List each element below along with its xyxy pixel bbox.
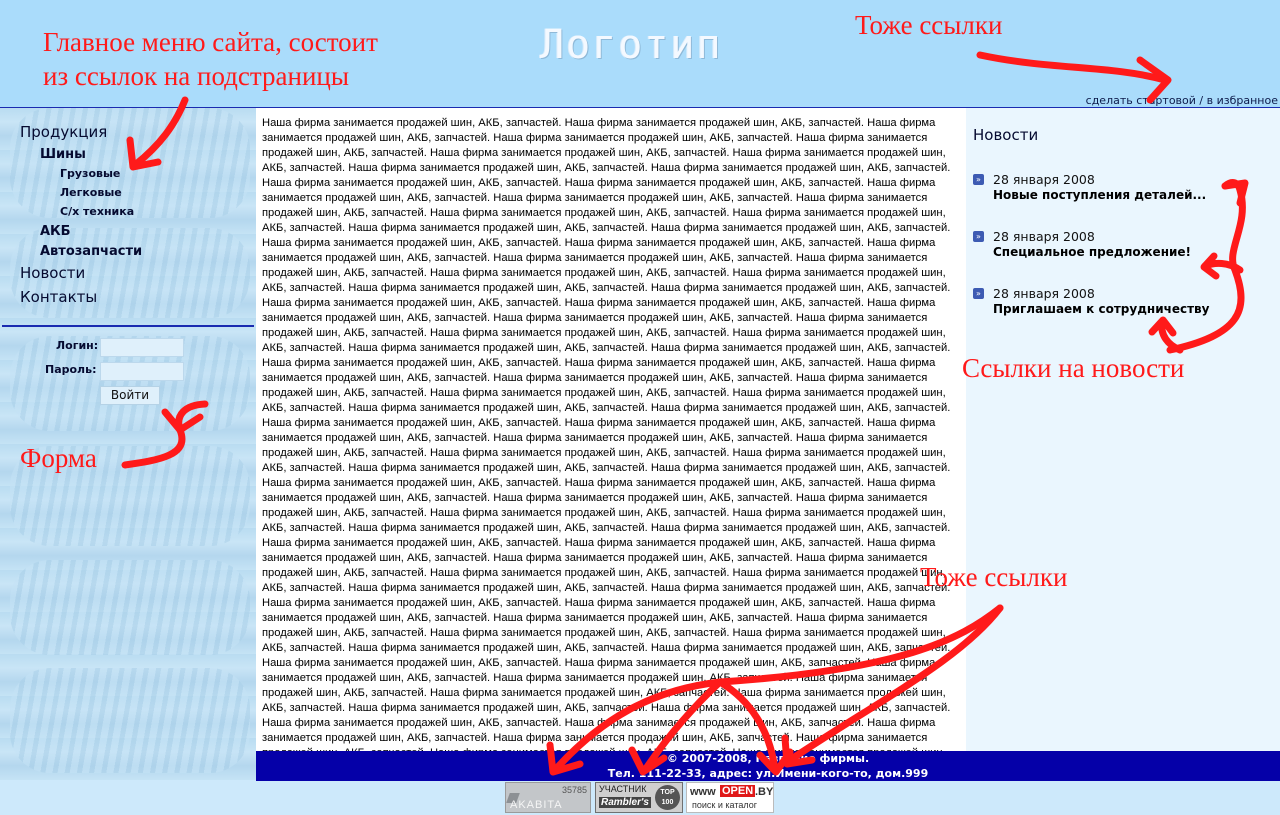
annotation-bottom-links: Тоже ссылки	[920, 562, 1068, 592]
menu-item-products[interactable]: Продукция	[20, 123, 107, 141]
menu-item-batteries[interactable]: АКБ	[40, 224, 71, 239]
annotation-news-links: Ссылки на новости	[962, 353, 1185, 383]
menu-item-autoparts[interactable]: Автозапчасти	[40, 244, 142, 259]
annotation-main-menu: Главное меню сайта, состоит	[43, 27, 378, 57]
footer-copyright: © 2007-2008, Название фирмы.	[666, 752, 870, 765]
news-link[interactable]: Специальное предложение!	[993, 245, 1191, 259]
openby-brand: OPEN	[720, 785, 756, 797]
menu-item-tires[interactable]: Шины	[40, 147, 86, 162]
news-date: 28 января 2008	[993, 172, 1095, 187]
openby-suffix: .BY	[755, 786, 774, 798]
news-link[interactable]: Новые поступления деталей...	[993, 188, 1206, 202]
site-logo[interactable]: Логотип	[540, 22, 723, 68]
add-favorites-link[interactable]: в избранное	[1207, 94, 1278, 107]
password-input[interactable]	[100, 362, 184, 381]
menu-item-contacts[interactable]: Контакты	[20, 288, 97, 306]
top-links-separator: /	[1195, 94, 1207, 107]
annotation-main-menu-line2: из ссылок на подстраницы	[43, 61, 349, 91]
tire-background-image	[10, 560, 250, 655]
annotation-form: Форма	[20, 443, 97, 473]
password-label: Пароль:	[45, 363, 97, 376]
tire-background-image	[10, 668, 250, 773]
site-footer: © 2007-2008, Название фирмы. Тел. 111-22…	[256, 751, 1280, 781]
akavita-label: AKABITA	[510, 799, 563, 811]
news-date: 28 января 2008	[993, 286, 1095, 301]
openby-prefix: www	[690, 786, 716, 798]
footer-address: Тел. 111-22-33, адрес: ул.Имени-кого-то,…	[607, 767, 929, 780]
annotation-top-links: Тоже ссылки	[855, 10, 1003, 40]
menu-item-cars[interactable]: Легковые	[60, 186, 122, 199]
akavita-count: 35785	[561, 785, 587, 795]
rambler-top100-badge: TOP 100	[655, 785, 680, 810]
double-arrow-icon: »	[973, 288, 984, 299]
rambler-top100-link[interactable]: УЧАСТНИК Rambler's TOP 100	[595, 782, 683, 813]
main-content: Наша фирма занимается продажей шин, АКБ,…	[256, 108, 966, 751]
rambler-participant: УЧАСТНИК	[599, 784, 647, 794]
sidebar-divider	[2, 325, 254, 327]
menu-item-trucks[interactable]: Грузовые	[60, 167, 120, 180]
top-links: сделать стартовой / в избранное	[1086, 94, 1278, 107]
news-link[interactable]: Приглашаем к сотрудничеству	[993, 302, 1209, 316]
openby-subtitle: поиск и каталог	[692, 800, 757, 810]
news-title: Новости	[973, 126, 1039, 144]
news-date: 28 января 2008	[993, 229, 1095, 244]
rambler-label: Rambler's	[599, 797, 651, 808]
menu-item-agri[interactable]: С/х техника	[60, 205, 134, 218]
main-menu: Продукция Шины Грузовые Легковые С/х тех…	[0, 108, 256, 326]
login-input[interactable]	[100, 338, 184, 357]
set-homepage-link[interactable]: сделать стартовой	[1086, 94, 1196, 107]
login-label: Логин:	[56, 339, 99, 352]
openby-catalog-link[interactable]: www OPEN .BY поиск и каталог	[686, 782, 774, 813]
main-text: Наша фирма занимается продажей шин, АКБ,…	[262, 117, 951, 751]
news-panel: Новости » 28 января 2008 Новые поступлен…	[966, 108, 1280, 751]
double-arrow-icon: »	[973, 174, 984, 185]
akavita-counter-link[interactable]: 35785 AKABITA	[505, 782, 591, 813]
double-arrow-icon: »	[973, 231, 984, 242]
menu-item-news[interactable]: Новости	[20, 264, 85, 282]
login-button[interactable]: Войти	[100, 386, 160, 405]
